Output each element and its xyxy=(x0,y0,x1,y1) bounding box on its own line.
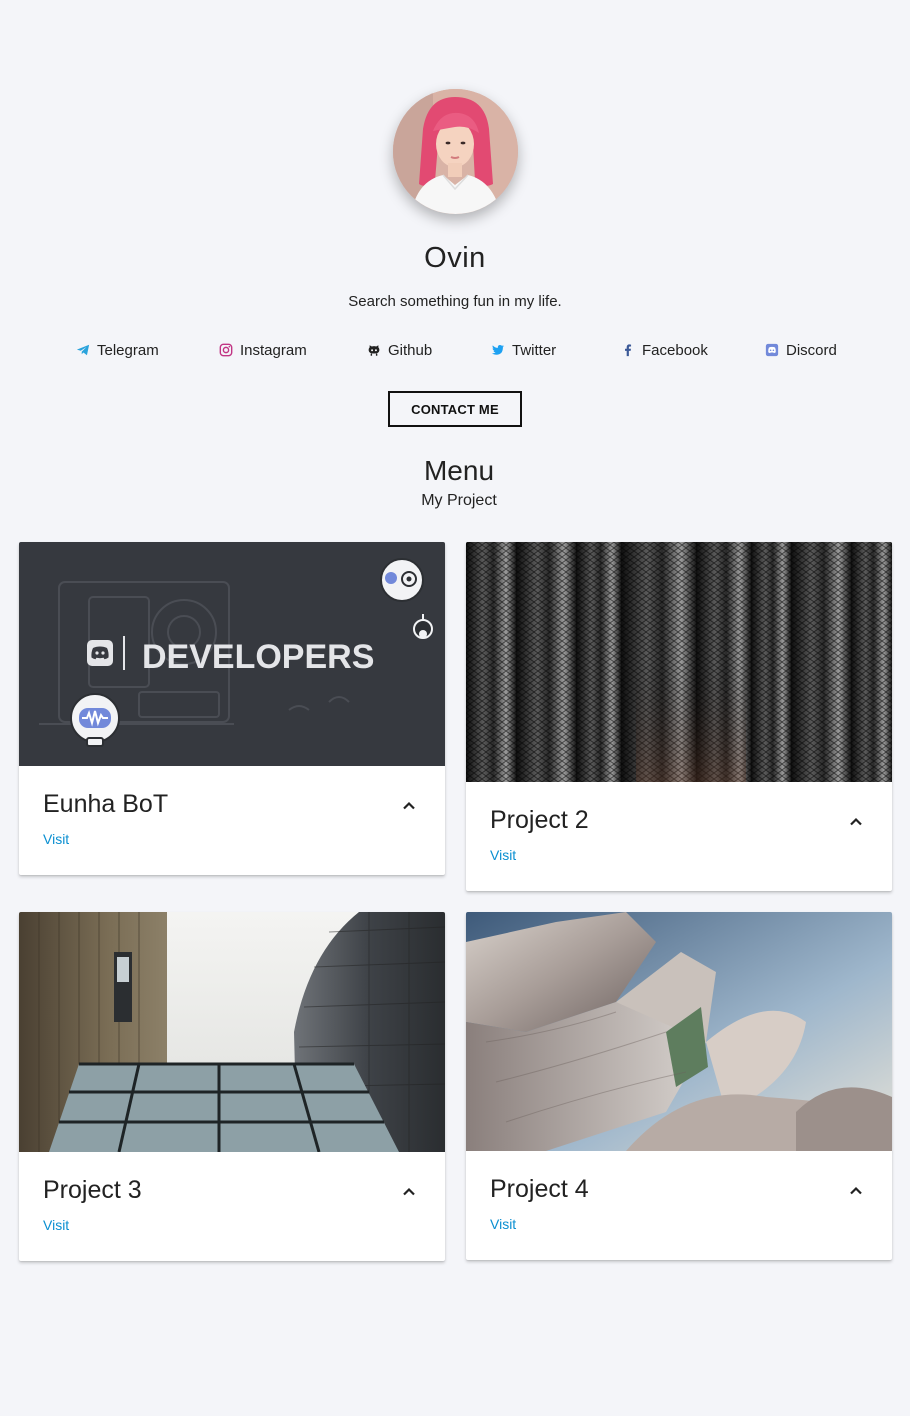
concert-hall-photo xyxy=(466,912,892,1151)
menu-title: Menu xyxy=(423,455,495,486)
social-label-instagram: Instagram xyxy=(240,341,307,359)
project-card-body: Project 2 Visit xyxy=(466,782,892,891)
social-links: Telegram Instagram Github Twitter Facebo… xyxy=(0,338,910,362)
telegram-icon xyxy=(76,344,90,356)
project-image[interactable] xyxy=(466,542,892,782)
project-title: Project 4 xyxy=(490,1175,589,1203)
visit-link[interactable]: Visit xyxy=(43,831,69,847)
project-title: Eunha BoT xyxy=(43,790,169,818)
twitter-icon xyxy=(491,345,505,355)
visit-link[interactable]: Visit xyxy=(490,1216,516,1232)
discord-developers-banner: DEVELOPERS xyxy=(19,542,445,766)
social-link-twitter[interactable]: Twitter xyxy=(491,338,556,362)
project-card: DEVELOPERS Eunha BoT Visit xyxy=(19,542,445,875)
profile-tagline: Search something fun in my life. xyxy=(348,293,562,310)
social-link-facebook[interactable]: Facebook xyxy=(621,338,708,362)
chevron-up-icon[interactable] xyxy=(401,798,417,814)
project-card: Project 3 Visit xyxy=(19,912,445,1261)
social-link-telegram[interactable]: Telegram xyxy=(76,338,159,362)
social-link-github[interactable]: Github xyxy=(367,338,432,362)
project-title: Project 3 xyxy=(43,1176,142,1204)
chevron-up-icon[interactable] xyxy=(401,1184,417,1200)
instagram-icon xyxy=(219,343,233,357)
github-icon xyxy=(368,345,380,356)
project-card: Project 4 Visit xyxy=(466,912,892,1260)
visit-link[interactable]: Visit xyxy=(490,847,516,863)
banner-text: DEVELOPERS xyxy=(142,638,374,676)
social-label-facebook: Facebook xyxy=(642,341,708,359)
social-label-twitter: Twitter xyxy=(512,341,557,359)
social-label-github: Github xyxy=(388,341,433,359)
project-card-body: Eunha BoT Visit xyxy=(19,766,445,875)
project-image[interactable] xyxy=(466,912,892,1151)
social-link-instagram[interactable]: Instagram xyxy=(219,338,307,362)
profile-photo xyxy=(393,89,518,214)
metal-mesh-photo xyxy=(466,542,892,782)
project-title: Project 2 xyxy=(490,806,589,834)
project-card: Project 2 Visit xyxy=(466,542,892,891)
visit-link[interactable]: Visit xyxy=(43,1217,69,1233)
facebook-icon xyxy=(625,344,632,357)
project-card-body: Project 3 Visit xyxy=(19,1152,445,1261)
menu-subtitle: My Project xyxy=(421,492,497,509)
chevron-up-icon[interactable] xyxy=(848,814,864,830)
discord-icon xyxy=(765,343,779,357)
project-image[interactable]: DEVELOPERS xyxy=(19,542,445,766)
profile-avatar xyxy=(393,89,518,214)
social-label-discord: Discord xyxy=(786,341,837,359)
project-card-body: Project 4 Visit xyxy=(466,1151,892,1260)
profile-name: Ovin xyxy=(424,242,486,274)
chevron-up-icon[interactable] xyxy=(848,1183,864,1199)
social-label-telegram: Telegram xyxy=(97,341,159,359)
project-image[interactable] xyxy=(19,912,445,1152)
contact-me-button[interactable]: CONTACT ME xyxy=(388,391,522,427)
social-link-discord[interactable]: Discord xyxy=(765,338,837,362)
building-facade-photo xyxy=(19,912,445,1152)
